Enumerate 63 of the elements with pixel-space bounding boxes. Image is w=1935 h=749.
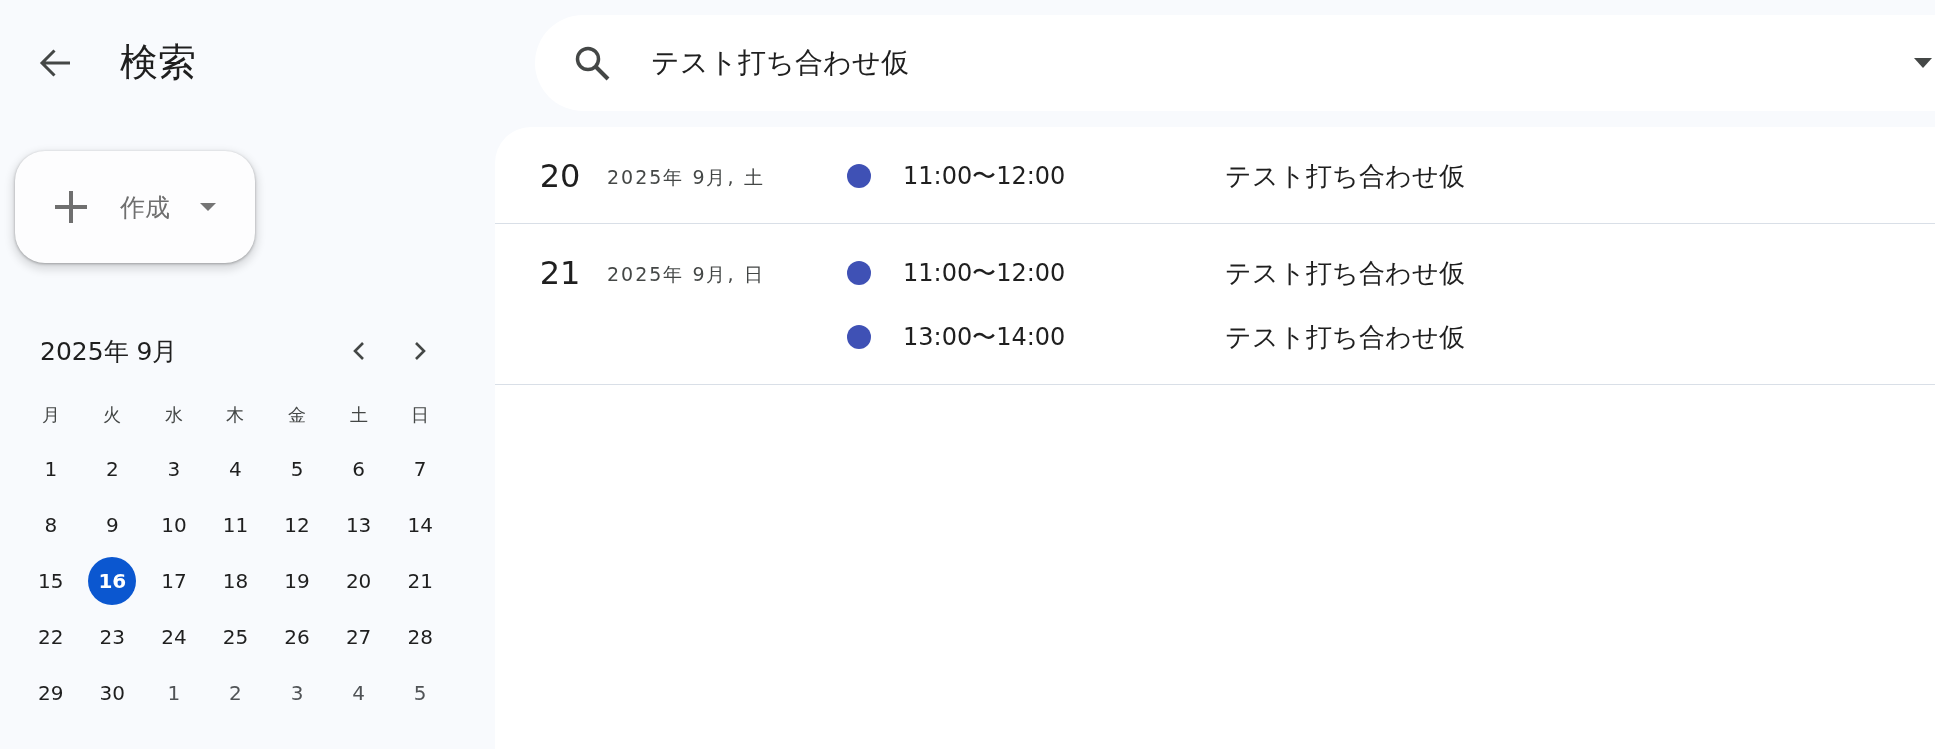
weekday-label: 金	[288, 403, 307, 427]
search-icon	[574, 45, 610, 81]
calendar-day[interactable]: 26	[273, 613, 322, 661]
calendar-day[interactable]: 4	[211, 445, 260, 493]
weekday-label: 火	[103, 403, 122, 427]
day-number[interactable]: 20	[539, 157, 581, 195]
month-title: 2025年 9月	[40, 335, 178, 368]
calendar-day[interactable]: 6	[334, 445, 383, 493]
calendar-day[interactable]: 8	[26, 501, 75, 549]
weekday-label: 木	[226, 403, 245, 427]
calendar-day[interactable]: 22	[26, 613, 75, 661]
calendar-day[interactable]: 14	[396, 501, 445, 549]
calendar-day[interactable]: 15	[26, 557, 75, 605]
event-title[interactable]: テスト打ち合わせ仮	[1225, 255, 1465, 291]
day-number[interactable]: 21	[539, 254, 581, 292]
calendar-day[interactable]: 12	[273, 501, 322, 549]
calendar-day[interactable]: 4	[334, 669, 383, 717]
calendar-day[interactable]: 7	[396, 445, 445, 493]
calendar-day[interactable]: 30	[88, 669, 137, 717]
weekday-label: 土	[349, 403, 368, 427]
chevron-left-icon	[352, 342, 365, 360]
back-arrow-icon	[39, 48, 71, 78]
calendar-day[interactable]: 27	[334, 613, 383, 661]
calendar-day[interactable]: 9	[88, 501, 137, 549]
create-button[interactable]: 作成	[15, 151, 255, 263]
calendar-day[interactable]: 23	[88, 613, 137, 661]
calendar-day[interactable]: 2	[88, 445, 137, 493]
date-label: 2025年 9月, 日	[607, 262, 765, 287]
calendar-day[interactable]: 3	[149, 445, 198, 493]
calendar-day[interactable]: 24	[149, 613, 198, 661]
calendar-day[interactable]: 13	[334, 501, 383, 549]
calendar-day[interactable]: 5	[396, 669, 445, 717]
calendar-day[interactable]: 16	[88, 557, 137, 605]
calendar-day[interactable]: 10	[149, 501, 198, 549]
calendar-day[interactable]: 18	[211, 557, 260, 605]
event-time[interactable]: 11:00〜12:00	[903, 259, 1066, 287]
weekday-label: 日	[411, 403, 430, 427]
calendar-day[interactable]: 28	[396, 613, 445, 661]
caret-icon	[200, 203, 216, 211]
event-title[interactable]: テスト打ち合わせ仮	[1225, 319, 1465, 355]
weekday-label: 月	[41, 403, 60, 427]
calendar-day[interactable]: 5	[273, 445, 322, 493]
calendar-day[interactable]: 17	[149, 557, 198, 605]
calendar-day[interactable]: 11	[211, 501, 260, 549]
calendar-day[interactable]: 1	[149, 669, 198, 717]
calendar-day[interactable]: 21	[396, 557, 445, 605]
weekday-label: 水	[164, 403, 183, 427]
date-label: 2025年 9月, 土	[607, 165, 765, 190]
calendar-day[interactable]: 2	[211, 669, 260, 717]
calendar-day[interactable]: 3	[273, 669, 322, 717]
calendar-day[interactable]: 1	[26, 445, 75, 493]
calendar-day[interactable]: 19	[273, 557, 322, 605]
event-time[interactable]: 11:00〜12:00	[903, 162, 1066, 190]
chevron-right-icon	[414, 342, 427, 360]
page-title: 検索	[120, 40, 196, 86]
dropdown-caret-icon[interactable]	[1914, 58, 1932, 68]
event-title[interactable]: テスト打ち合わせ仮	[1225, 158, 1465, 194]
plus-icon	[55, 191, 87, 223]
calendar-day[interactable]: 25	[211, 613, 260, 661]
event-time[interactable]: 13:00〜14:00	[903, 323, 1066, 351]
calendar-day[interactable]: 29	[26, 669, 75, 717]
search-field[interactable]: テスト打ち合わせ仮	[535, 15, 1935, 111]
calendar-day[interactable]: 20	[334, 557, 383, 605]
